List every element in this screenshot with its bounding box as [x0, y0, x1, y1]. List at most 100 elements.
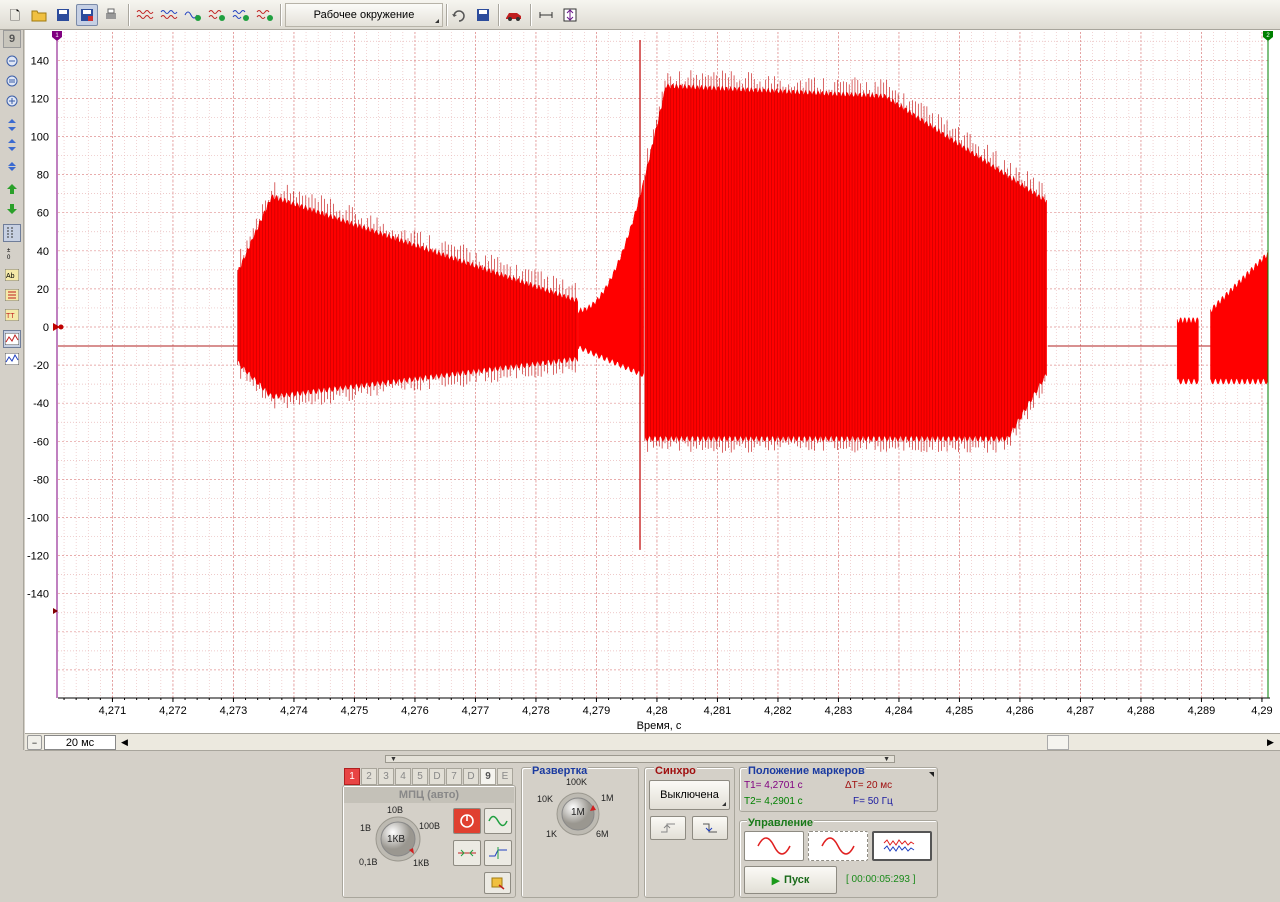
channel-mode-label: МПЦ (авто) [344, 787, 514, 803]
x-tick-label: 4,287 [1067, 705, 1095, 717]
scale-mid-icon[interactable] [3, 136, 21, 154]
channel-tab-6[interactable]: D [429, 768, 445, 785]
x-tick-label: 4,271 [99, 705, 127, 717]
panel-splitter[interactable]: ▼ ▼ [385, 755, 895, 763]
tt-icon[interactable]: TT [3, 306, 21, 324]
svg-text:Ab: Ab [6, 273, 15, 280]
x-axis-label: Время, с [637, 720, 682, 732]
arrow-up-icon[interactable] [3, 180, 21, 198]
x-tick-label: 4,272 [159, 705, 187, 717]
ac-coupling-button[interactable] [484, 808, 512, 834]
zoom-out-icon[interactable] [3, 52, 21, 70]
channel-tab-3[interactable]: 3 [378, 768, 394, 785]
knob-label-10v: 10В [387, 805, 404, 815]
print-icon[interactable] [100, 4, 122, 26]
undo-icon[interactable] [448, 4, 470, 26]
sync-mode-dropdown[interactable]: Выключена [649, 780, 730, 810]
scale-up-icon[interactable] [3, 116, 21, 134]
start-label: Пуск [784, 874, 810, 886]
channel-tab-1[interactable]: 1 [344, 768, 360, 785]
waves-icon[interactable] [134, 4, 156, 26]
marker-1[interactable]: 1 [52, 31, 62, 698]
fit-horizontal-icon[interactable] [535, 4, 557, 26]
scroll-left-button[interactable]: ◀ [117, 735, 132, 750]
y-tick-label: 60 [37, 208, 49, 220]
channel-tab-8[interactable]: D [463, 768, 479, 785]
workspace-label: Рабочее окружение [313, 9, 415, 21]
y-tick-label: 20 [37, 284, 49, 296]
waves-one-icon[interactable] [230, 4, 252, 26]
y-tick-label: 100 [31, 132, 49, 144]
open-folder-icon[interactable] [28, 4, 50, 26]
channel-badge[interactable]: 9 [3, 30, 21, 48]
save-as-icon[interactable] [76, 4, 98, 26]
scale-down-icon[interactable] [3, 156, 21, 174]
continuous-mode-button[interactable] [808, 831, 868, 861]
arrow-down-icon[interactable] [3, 200, 21, 218]
channel-tab-7[interactable]: 7 [446, 768, 462, 785]
marker-freq-value: F= 50 Гц [853, 796, 893, 807]
record-mode-button[interactable] [872, 831, 932, 861]
text-label-icon[interactable]: Ab [3, 266, 21, 284]
play-icon: ▶ [771, 874, 781, 887]
zoom-in-icon[interactable] [3, 92, 21, 110]
start-button[interactable]: ▶ Пуск [744, 866, 837, 894]
markers-menu-icon[interactable] [929, 772, 934, 777]
x-tick-label: 4,289 [1188, 705, 1216, 717]
channel-tab-9[interactable]: 9 [480, 768, 496, 785]
oscilloscope-plot[interactable]: 140 120 100 80 60 40 20 0 -20 -40 -60 -80 -100 -120 -1… [25, 30, 1280, 733]
filter-button[interactable] [484, 840, 512, 866]
x-tick-label: 4,279 [583, 705, 611, 717]
graph-alt-icon[interactable] [3, 350, 21, 368]
waves-cross-icon[interactable] [182, 4, 204, 26]
control-panel: Управление ▶ Пуск [ 00:00:05:293 ] [739, 817, 938, 898]
channel-tab-5[interactable]: 5 [412, 768, 428, 785]
probe-settings-button[interactable] [484, 872, 511, 894]
x-tick-label: 4,288 [1127, 705, 1155, 717]
svg-text:±: ± [7, 248, 11, 254]
scroll-thumb[interactable] [1047, 735, 1069, 750]
car-icon[interactable] [503, 4, 525, 26]
waves-mix-icon[interactable] [158, 4, 180, 26]
y-tick-label: -60 [33, 436, 49, 448]
list-icon[interactable] [3, 286, 21, 304]
channel-tab-10[interactable]: E [497, 768, 513, 785]
channel-tab-4[interactable]: 4 [395, 768, 411, 785]
knob-label-1v: 1В [360, 823, 372, 833]
svg-text:TT: TT [6, 313, 15, 320]
sweep-label-6m: 6M [596, 829, 609, 839]
fit-vertical-icon[interactable] [559, 4, 581, 26]
time-scrollbar[interactable]: − 20 мс ◀ ▶ [25, 733, 1280, 751]
scroll-right-button[interactable]: ▶ [1263, 735, 1278, 750]
knob-label-1kv: 1КВ [413, 858, 430, 868]
channel-tab-2[interactable]: 2 [361, 768, 377, 785]
single-mode-button[interactable] [744, 831, 804, 861]
workspace-dropdown[interactable]: Рабочее окружение [285, 3, 443, 27]
x-tick-label: 4,28 [646, 705, 667, 717]
save-workspace-icon[interactable] [472, 4, 494, 26]
control-title: Управление [747, 817, 815, 829]
sync-rising-edge-button[interactable] [650, 816, 686, 840]
new-file-icon[interactable]: 🗋 [4, 4, 26, 26]
time-per-div-field[interactable]: 20 мс [44, 735, 116, 750]
sync-falling-edge-button[interactable] [692, 816, 728, 840]
markers-title: Положение маркеров [747, 765, 866, 777]
zoom-reset-icon[interactable] [3, 72, 21, 90]
power-button[interactable] [453, 808, 481, 834]
y-tick-label: 0 [43, 322, 49, 334]
waves-check-icon[interactable] [206, 4, 228, 26]
invert-button[interactable] [453, 840, 481, 866]
x-tick-label: 4,277 [462, 705, 490, 717]
x-tick-label: 4,273 [220, 705, 248, 717]
graph-view-icon[interactable] [3, 330, 21, 348]
x-tick-label: 4,285 [946, 705, 974, 717]
marker-values-icon[interactable]: ±0 [3, 244, 21, 262]
plot-svg[interactable]: 140 120 100 80 60 40 20 0 -20 -40 -60 -80 -100 -120 -1… [25, 30, 1280, 733]
sweep-label-1m: 1M [601, 793, 614, 803]
save-icon[interactable] [52, 4, 74, 26]
cursor-mode-icon[interactable] [3, 224, 21, 242]
zoom-time-out-button[interactable]: − [27, 735, 42, 750]
x-tick-label: 4,276 [401, 705, 429, 717]
svg-text:0: 0 [7, 255, 11, 260]
waves-add-icon[interactable] [254, 4, 276, 26]
